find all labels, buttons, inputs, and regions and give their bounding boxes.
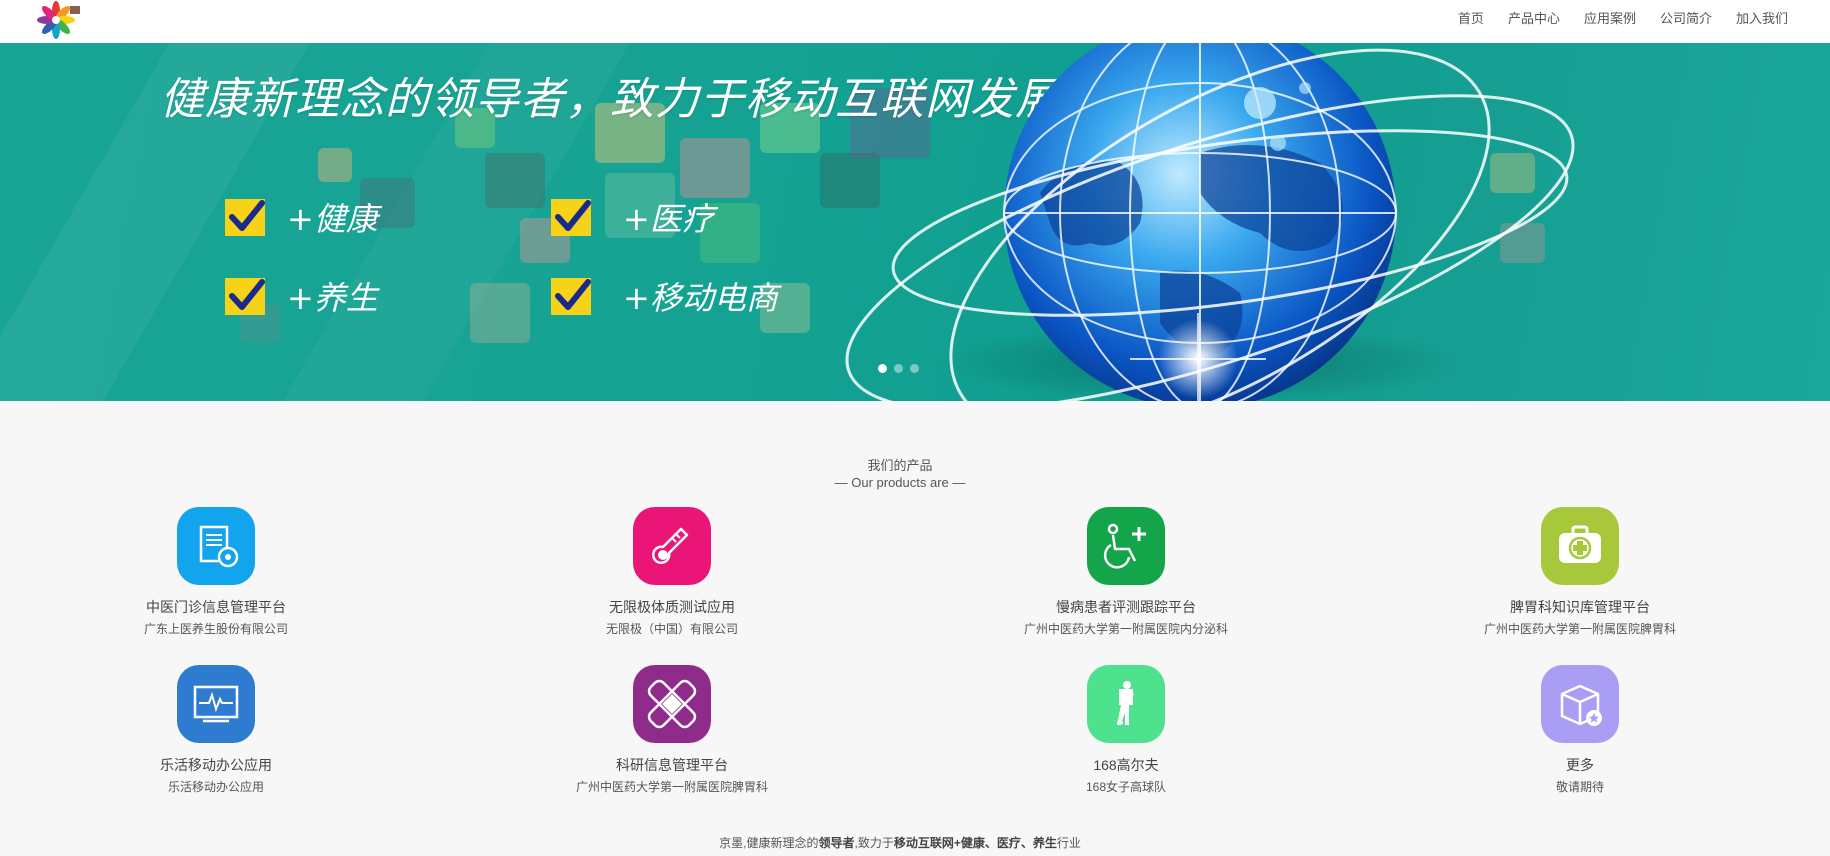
monitor-pulse-icon [177, 665, 255, 743]
product-name: 168高尔夫 [1093, 757, 1159, 773]
document-stamp-icon [177, 507, 255, 585]
feature-label: +移动电商 [623, 279, 778, 317]
globe-icon [845, 43, 1575, 401]
nav-join[interactable]: 加入我们 [1736, 8, 1788, 27]
product-company: 168女子高球队 [1085, 780, 1167, 794]
banner-tile [470, 283, 530, 343]
bandage-icon [633, 665, 711, 743]
product-company: 广州中医药大学第一附属医院脾胃科 [1483, 622, 1676, 636]
feature-mobile-commerce: +移动电商 [551, 273, 778, 319]
top-header: 首页 产品中心 应用案例 公司简介 加入我们 [0, 0, 1830, 43]
banner-tile [485, 153, 545, 208]
product-name: 无限极体质测试应用 [609, 599, 735, 615]
nav-home[interactable]: 首页 [1458, 8, 1484, 27]
product-company: 广东上医养生股份有限公司 [143, 622, 288, 636]
checkbox-check-icon [551, 198, 591, 236]
product-name: 脾胃科知识库管理平台 [1510, 599, 1650, 615]
carousel-dot[interactable] [894, 364, 903, 373]
product-company: 广州中医药大学第一附属医院脾胃科 [575, 780, 768, 794]
products-title: 我们的产品 [867, 458, 933, 473]
product-company: 无限极（中国）有限公司 [605, 622, 738, 636]
thermometer-icon [633, 507, 711, 585]
product-card[interactable]: 168高尔夫 168女子高球队 [976, 665, 1276, 795]
feature-label: +健康 [287, 200, 378, 238]
product-card[interactable]: 无限极体质测试应用 无限极（中国）有限公司 [522, 507, 822, 637]
product-company: 乐活移动办公应用 [167, 780, 264, 794]
hero-banner[interactable]: 健康新理念的领导者，致力于移动互联网发展 +健康 +医疗 +养生 +移动电商 [0, 43, 1830, 401]
globe-graphic [800, 43, 1660, 401]
product-company: 敬请期待 [1555, 780, 1604, 794]
nav-about[interactable]: 公司简介 [1660, 8, 1712, 27]
main-nav: 首页 产品中心 应用案例 公司简介 加入我们 [1434, 0, 1788, 34]
checkbox-check-icon [225, 198, 265, 236]
company-logo[interactable] [36, 0, 84, 40]
flower-logo-icon [37, 1, 80, 39]
checkbox-check-icon [551, 277, 591, 315]
products-subtitle: — Our products are — [834, 475, 966, 490]
feature-label: +医疗 [623, 200, 714, 238]
carousel-dots [878, 364, 926, 373]
wheelchair-plus-icon [1087, 507, 1165, 585]
product-name: 更多 [1566, 757, 1594, 773]
golfer-icon [1087, 665, 1165, 743]
carousel-dot[interactable] [878, 364, 887, 373]
banner-tile [318, 148, 352, 182]
product-name: 科研信息管理平台 [616, 757, 728, 773]
footer-text-part: ,致力于 [854, 836, 894, 850]
medical-kit-icon [1541, 507, 1619, 585]
feature-medical: +医疗 [551, 194, 714, 240]
footer-text-bold: 领导者 [818, 836, 855, 850]
footer-text-part: 行业 [1056, 836, 1081, 850]
product-card[interactable]: 中医门诊信息管理平台 广东上医养生股份有限公司 [66, 507, 366, 637]
nav-products[interactable]: 产品中心 [1508, 8, 1560, 27]
product-name: 慢病患者评测跟踪平台 [1056, 599, 1196, 615]
product-name: 中医门诊信息管理平台 [146, 599, 286, 615]
product-company: 广州中医药大学第一附属医院内分泌科 [1023, 622, 1228, 636]
product-card[interactable]: 更多 敬请期待 [1430, 665, 1730, 795]
footer-tagline: 京墨,健康新理念的领导者,致力于移动互联网+健康、医疗、养生行业 [0, 834, 1800, 851]
feature-label: +养生 [287, 279, 378, 317]
checkbox-check-icon [225, 277, 265, 315]
product-card[interactable]: 科研信息管理平台 广州中医药大学第一附属医院脾胃科 [522, 665, 822, 795]
banner-tile [680, 138, 750, 198]
feature-health: +健康 [225, 194, 378, 240]
box-star-icon [1541, 665, 1619, 743]
nav-cases[interactable]: 应用案例 [1584, 8, 1636, 27]
footer-text-part: 京墨,健康新理念的 [719, 836, 819, 850]
footer-text-bold: 移动互联网+健康、医疗、养生 [893, 836, 1057, 850]
product-card[interactable]: 脾胃科知识库管理平台 广州中医药大学第一附属医院脾胃科 [1430, 507, 1730, 637]
product-card[interactable]: 慢病患者评测跟踪平台 广州中医药大学第一附属医院内分泌科 [976, 507, 1276, 637]
carousel-dot[interactable] [910, 364, 919, 373]
feature-wellness: +养生 [225, 273, 378, 319]
product-name: 乐活移动办公应用 [160, 757, 272, 773]
product-card[interactable]: 乐活移动办公应用 乐活移动办公应用 [66, 665, 366, 795]
